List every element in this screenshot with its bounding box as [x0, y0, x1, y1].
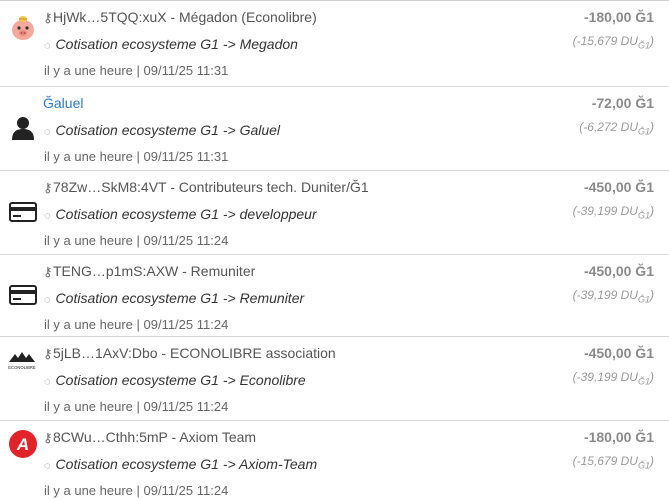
- svg-text:A: A: [16, 435, 29, 454]
- tx-name[interactable]: TENG…p1mS:AXW - Remuniter: [53, 263, 255, 279]
- tx-name[interactable]: 8CWu…Cthh:5mP - Axiom Team: [53, 429, 256, 445]
- tx-comment: Cotisation ecosysteme G1 -> Axiom-Team: [55, 456, 318, 472]
- pubkey-icon: ⚷: [43, 264, 53, 279]
- pubkey-icon: ⚷: [43, 10, 53, 25]
- tx-time: il y a une heure | 09/11/25 11:24: [44, 399, 229, 414]
- tx-amount-ud: (-39,199 DUĞ1): [572, 204, 654, 221]
- tx-time: il y a une heure | 09/11/25 11:24: [44, 233, 229, 248]
- transaction-row[interactable]: ⚷78Zw…SkM8:4VT - Contributeurs tech. Dun…: [0, 171, 669, 255]
- comment-icon: ◌: [44, 460, 51, 472]
- pubkey-icon: ⚷: [43, 430, 53, 445]
- tx-comment: Cotisation ecosysteme G1 -> developpeur: [55, 206, 317, 222]
- tx-amount: -450,00 Ğ1: [583, 263, 654, 279]
- piggy-bank-icon[interactable]: [8, 13, 38, 43]
- transaction-list: ⚷HjWk…5TQQ:xuX - Mégadon (Econolibre) ◌ C…: [0, 0, 669, 500]
- tx-name[interactable]: 5jLB…1AxV:Dbo - ECONOLIBRE association: [53, 345, 336, 361]
- tx-amount: -180,00 Ğ1: [583, 429, 654, 445]
- tx-amount-ud: (-39,199 DUĞ1): [572, 288, 654, 305]
- tx-amount: -180,00 Ğ1: [583, 9, 654, 25]
- svg-text:ECONOLIBRE: ECONOLIBRE: [8, 365, 36, 370]
- transaction-row[interactable]: ECONOLIBRE ⚷5jLB…1AxV:Dbo - ECONOLIBRE a…: [0, 337, 669, 421]
- tx-amount-ud: (-39,199 DUĞ1): [572, 370, 654, 387]
- user-icon[interactable]: [8, 113, 38, 143]
- tx-amount: -72,00 Ğ1: [591, 95, 654, 111]
- tx-amount-ud: (-6,272 DUĞ1): [579, 120, 654, 137]
- tx-comment: Cotisation ecosysteme G1 -> Remuniter: [55, 290, 305, 306]
- tx-amount-ud: (-15,679 DUĞ1): [572, 454, 654, 471]
- tx-name[interactable]: 78Zw…SkM8:4VT - Contributeurs tech. Duni…: [53, 179, 369, 195]
- pubkey-icon: ⚷: [43, 346, 53, 361]
- transaction-row[interactable]: A ⚷8CWu…Cthh:5mP - Axiom Team ◌ Cotisatio…: [0, 421, 669, 500]
- tx-amount: -450,00 Ğ1: [583, 179, 654, 195]
- credit-card-icon[interactable]: [8, 280, 38, 310]
- tx-comment: Cotisation ecosysteme G1 -> Megadon: [55, 36, 298, 52]
- econolibre-logo[interactable]: ECONOLIBRE: [6, 345, 38, 375]
- transaction-row[interactable]: ⚷TENG…p1mS:AXW - Remuniter ◌ Cotisation e…: [0, 255, 669, 337]
- comment-icon: ◌: [44, 210, 51, 222]
- tx-time: il y a une heure | 09/11/25 11:24: [44, 317, 229, 332]
- tx-amount: -450,00 Ğ1: [583, 345, 654, 361]
- tx-time: il y a une heure | 09/11/25 11:31: [44, 149, 229, 164]
- comment-icon: ◌: [44, 126, 51, 138]
- tx-name[interactable]: HjWk…5TQQ:xuX - Mégadon (Econolibre): [53, 9, 317, 25]
- tx-time: il y a une heure | 09/11/25 11:24: [44, 483, 229, 498]
- pubkey-icon: ⚷: [43, 180, 53, 195]
- tx-comment: Cotisation ecosysteme G1 -> Econolibre: [55, 372, 306, 388]
- credit-card-icon[interactable]: [8, 197, 38, 227]
- tx-time: il y a une heure | 09/11/25 11:31: [44, 63, 229, 78]
- comment-icon: ◌: [44, 40, 51, 52]
- axiom-logo[interactable]: A: [8, 429, 38, 459]
- tx-comment: Cotisation ecosysteme G1 -> Galuel: [55, 122, 281, 138]
- tx-name[interactable]: Ğaluel: [43, 95, 83, 111]
- comment-icon: ◌: [44, 376, 51, 388]
- transaction-row[interactable]: Ğaluel ◌ Cotisation ecosysteme G1 -> Galu…: [0, 87, 669, 171]
- tx-amount-ud: (-15,679 DUĞ1): [572, 34, 654, 51]
- transaction-row[interactable]: ⚷HjWk…5TQQ:xuX - Mégadon (Econolibre) ◌ C…: [0, 1, 669, 87]
- comment-icon: ◌: [44, 294, 51, 306]
